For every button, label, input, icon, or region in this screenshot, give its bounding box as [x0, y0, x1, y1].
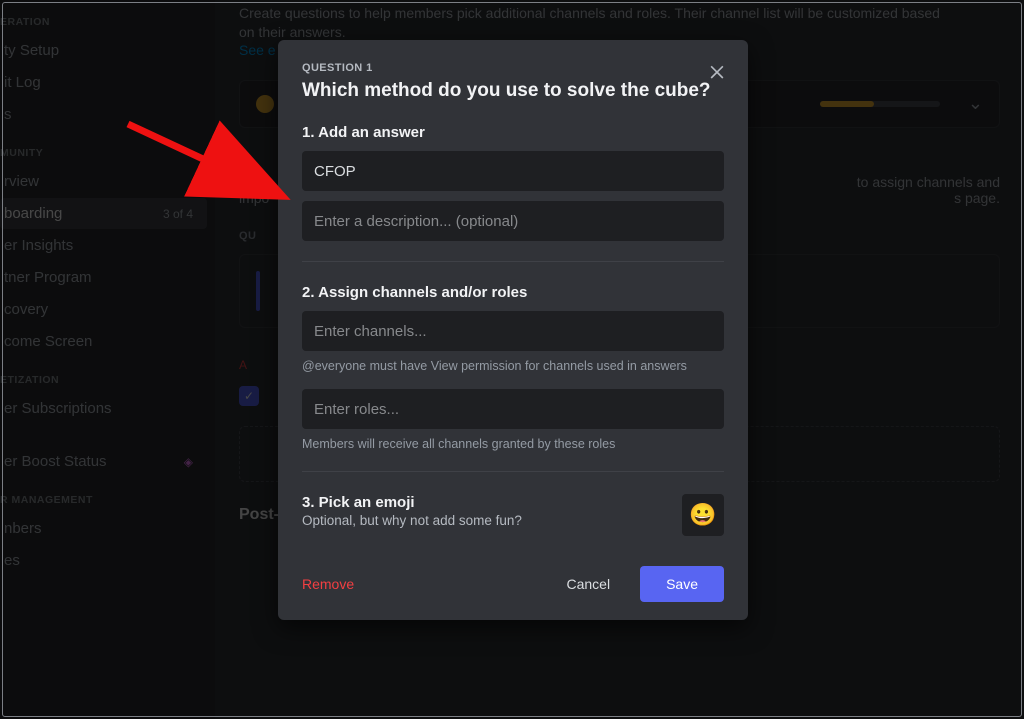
answer-input[interactable]: [302, 151, 724, 191]
close-icon: [707, 61, 727, 81]
divider: [302, 261, 724, 262]
channels-input[interactable]: [302, 311, 724, 351]
grinning-face-icon: 😀: [689, 502, 716, 528]
channels-hint: @everyone must have View permission for …: [302, 359, 724, 373]
emoji-picker-button[interactable]: 😀: [682, 494, 724, 536]
question-number-label: QUESTION 1: [302, 62, 724, 74]
remove-button[interactable]: Remove: [302, 576, 354, 592]
section-emoji-sub: Optional, but why not add some fun?: [302, 513, 682, 528]
answer-editor-modal: QUESTION 1 Which method do you use to so…: [278, 40, 748, 620]
description-input[interactable]: [302, 201, 724, 241]
roles-input[interactable]: [302, 389, 724, 429]
roles-hint: Members will receive all channels grante…: [302, 437, 724, 451]
divider-2: [302, 471, 724, 472]
section-add-answer: 1. Add an answer: [302, 124, 724, 141]
close-button[interactable]: [704, 58, 730, 84]
save-button[interactable]: Save: [640, 566, 724, 602]
section-emoji-title: 3. Pick an emoji: [302, 494, 682, 511]
section-assign: 2. Assign channels and/or roles: [302, 284, 724, 301]
question-title: Which method do you use to solve the cub…: [302, 80, 724, 102]
cancel-button[interactable]: Cancel: [548, 566, 628, 602]
